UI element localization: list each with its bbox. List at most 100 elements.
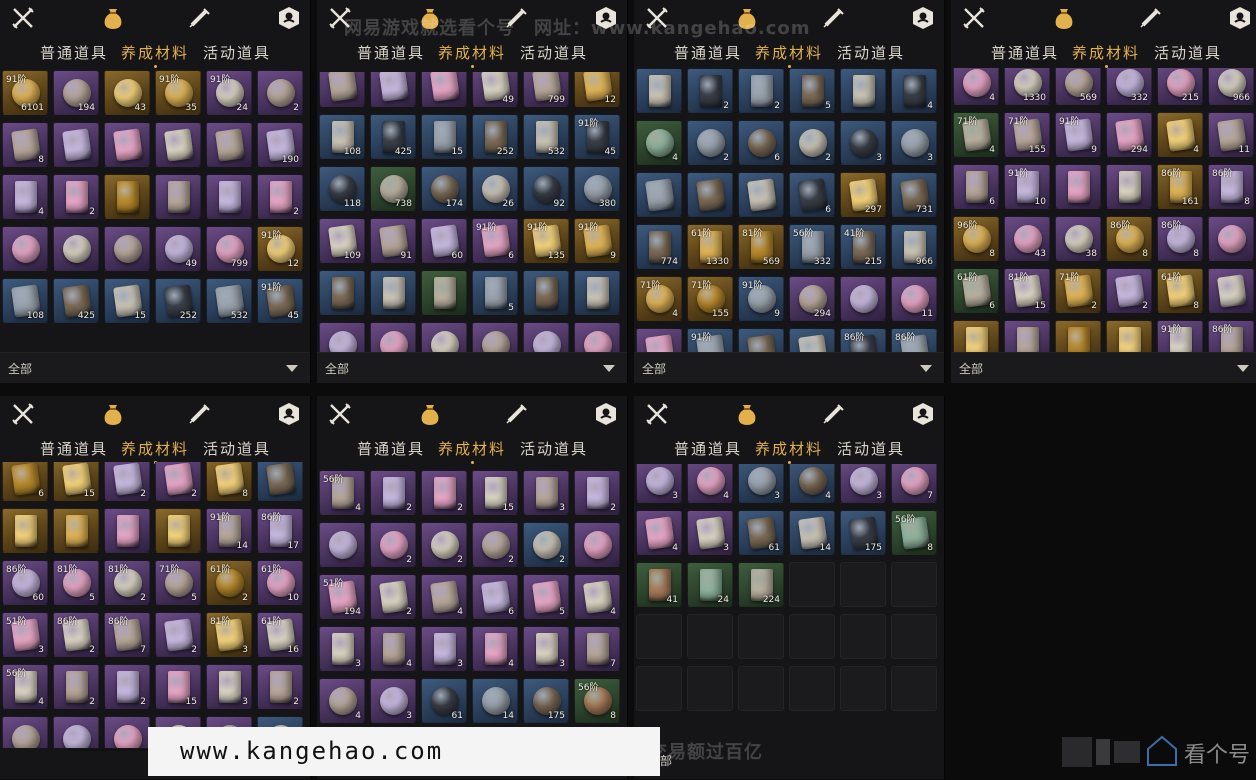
item-slot[interactable] [472, 322, 518, 352]
item-slot[interactable]: 4 [1157, 112, 1203, 157]
item-slot[interactable]: 91阶14 [206, 508, 252, 553]
item-slot[interactable]: 91阶14 [1157, 320, 1203, 352]
money-bag-icon[interactable] [734, 401, 760, 427]
item-slot[interactable]: 6 [738, 120, 784, 165]
item-slot[interactable]: 175 [523, 678, 569, 723]
item-slot[interactable]: 738 [370, 166, 416, 211]
item-slot[interactable]: 174 [421, 166, 467, 211]
item-slot[interactable]: 86阶 7 [104, 612, 150, 657]
item-slot[interactable] [738, 328, 784, 352]
item-slot[interactable] [953, 320, 999, 352]
item-slot[interactable]: 71阶 5 [155, 560, 201, 605]
item-slot[interactable]: 86阶 161 [1157, 164, 1203, 209]
item-slot[interactable]: 71阶 155 [1004, 112, 1050, 157]
item-slot[interactable] [53, 716, 99, 748]
item-slot[interactable] [319, 270, 365, 315]
item-slot[interactable]: 51阶 194 [319, 574, 365, 619]
tab-2[interactable]: 活动道具 [203, 42, 271, 63]
item-slot[interactable]: 91阶 35 [155, 70, 201, 115]
item-slot[interactable]: 15 [421, 114, 467, 159]
crossed-swords-icon[interactable] [327, 401, 353, 427]
badge-icon[interactable] [276, 401, 302, 427]
item-slot[interactable]: 56阶 8 [891, 510, 937, 555]
money-bag-icon[interactable] [100, 401, 126, 427]
item-slot[interactable]: 532 [206, 278, 252, 323]
item-slot[interactable]: 2 [523, 522, 569, 567]
item-slot[interactable]: 7 [891, 464, 937, 503]
money-bag-icon[interactable] [417, 401, 443, 427]
item-slot[interactable]: 4 [636, 120, 682, 165]
item-slot[interactable] [2, 226, 48, 271]
item-slot[interactable]: 38 [1055, 216, 1101, 261]
item-slot[interactable]: 3 [891, 120, 937, 165]
item-slot[interactable] [104, 226, 150, 271]
tab-2[interactable]: 活动道具 [520, 42, 588, 63]
item-slot[interactable]: 3 [421, 626, 467, 671]
item-slot[interactable]: 49 [155, 226, 201, 271]
tab-2[interactable]: 活动道具 [837, 438, 905, 459]
item-slot[interactable]: 2 [257, 70, 303, 115]
item-slot[interactable]: 91阶 [687, 328, 733, 352]
item-slot[interactable] [104, 508, 150, 553]
crossed-swords-icon[interactable] [10, 5, 36, 31]
filter-dropdown[interactable]: 全部 [634, 352, 944, 383]
item-slot[interactable]: 3 [840, 120, 886, 165]
crossed-swords-icon[interactable] [10, 401, 36, 427]
item-slot[interactable] [1208, 268, 1254, 313]
item-slot[interactable] [53, 508, 99, 553]
item-slot[interactable]: 71阶 155 [687, 276, 733, 321]
tab-1[interactable]: 养成材料 [755, 42, 823, 68]
tab-0[interactable]: 普通道具 [40, 42, 108, 63]
item-slot[interactable]: 11 [891, 276, 937, 321]
item-slot[interactable] [1055, 320, 1101, 352]
item-slot[interactable]: 61阶 1330 [687, 224, 733, 269]
tab-2[interactable]: 活动道具 [520, 438, 588, 459]
item-slot[interactable]: 11 [1208, 112, 1254, 157]
tab-0[interactable]: 普通道具 [357, 438, 425, 459]
item-slot[interactable]: 61阶 6 [953, 268, 999, 313]
item-slot[interactable]: 4 [953, 68, 999, 105]
item-slot[interactable]: 91阶 45 [574, 114, 620, 159]
item-slot[interactable]: 43 [104, 70, 150, 115]
item-slot[interactable]: 1330 [1004, 68, 1050, 105]
item-slot[interactable] [636, 68, 682, 113]
item-slot[interactable]: 3 [738, 464, 784, 503]
item-slot[interactable] [738, 172, 784, 217]
item-slot[interactable]: 190 [257, 122, 303, 167]
item-slot[interactable] [370, 270, 416, 315]
item-slot[interactable]: 108 [2, 278, 48, 323]
item-slot[interactable]: 215 [1157, 68, 1203, 105]
item-slot[interactable]: 966 [891, 224, 937, 269]
item-slot[interactable]: 108 [319, 114, 365, 159]
crossed-swords-icon[interactable] [961, 5, 987, 31]
item-slot[interactable]: 86阶 [891, 328, 937, 352]
item-slot[interactable]: 86阶 8 [1106, 216, 1152, 261]
item-slot[interactable]: 8 [206, 462, 252, 501]
crossed-swords-icon[interactable] [644, 401, 670, 427]
item-slot[interactable]: 86阶 60 [2, 560, 48, 605]
item-slot[interactable] [421, 270, 467, 315]
item-slot[interactable] [523, 322, 569, 352]
item-slot[interactable]: 6 [789, 172, 835, 217]
filter-dropdown[interactable]: 全部 [0, 352, 310, 383]
item-slot[interactable]: 4 [687, 464, 733, 503]
item-slot[interactable] [523, 270, 569, 315]
item-slot[interactable]: 4 [789, 464, 835, 503]
item-slot[interactable]: 91阶 6 [472, 218, 518, 263]
item-slot[interactable] [687, 172, 733, 217]
badge-icon[interactable] [593, 401, 619, 427]
item-slot[interactable]: 109 [319, 218, 365, 263]
filter-dropdown[interactable]: 全部 [317, 352, 627, 383]
item-slot[interactable]: 799 [206, 226, 252, 271]
item-slot[interactable]: 51阶 3 [2, 612, 48, 657]
item-slot[interactable]: 2 [574, 470, 620, 515]
item-slot[interactable] [2, 508, 48, 553]
tab-0[interactable]: 普通道具 [40, 438, 108, 459]
item-slot[interactable] [1106, 164, 1152, 209]
item-slot[interactable]: 91阶 12 [257, 226, 303, 271]
item-slot[interactable]: 61阶 10 [257, 560, 303, 605]
item-slot[interactable]: 380 [574, 166, 620, 211]
item-slot[interactable] [370, 72, 416, 107]
item-slot[interactable]: 2 [687, 68, 733, 113]
tab-0[interactable]: 普通道具 [674, 42, 742, 63]
